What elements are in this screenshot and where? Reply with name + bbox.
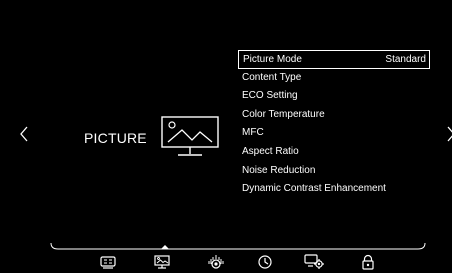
menu-item-mfc[interactable]: MFC bbox=[238, 124, 430, 143]
tv-picture-icon bbox=[161, 116, 219, 156]
picture-icon[interactable] bbox=[154, 254, 170, 270]
menu-item-aspect-ratio[interactable]: Aspect Ratio bbox=[238, 143, 430, 162]
menu-item-label: MFC bbox=[242, 127, 264, 139]
menu-item-dynamic-contrast[interactable]: Dynamic Contrast Enhancement bbox=[238, 180, 430, 199]
timer-icon[interactable] bbox=[257, 254, 273, 270]
bottom-icon-bar bbox=[98, 254, 388, 270]
menu-item-label: Noise Reduction bbox=[242, 164, 316, 176]
chevron-right-icon[interactable] bbox=[446, 126, 452, 142]
menu-item-content-type[interactable]: Content Type bbox=[238, 69, 430, 88]
menu-item-label: Aspect Ratio bbox=[242, 145, 299, 157]
menu-item-value: Standard bbox=[385, 54, 426, 65]
menu-item-label: Color Temperature bbox=[242, 108, 325, 120]
bottom-bar-divider bbox=[50, 243, 426, 250]
menu-item-label: Picture Mode bbox=[243, 54, 302, 65]
lock-icon[interactable] bbox=[360, 254, 376, 270]
sound-icon[interactable] bbox=[208, 254, 224, 270]
picture-settings-menu: Picture Mode Standard Content Type ECO S… bbox=[238, 50, 430, 199]
settings-icon[interactable] bbox=[304, 254, 326, 270]
chevron-left-icon[interactable] bbox=[19, 126, 29, 142]
menu-item-label: ECO Setting bbox=[242, 90, 298, 102]
menu-item-label: Dynamic Contrast Enhancement bbox=[242, 183, 386, 195]
menu-item-eco-setting[interactable]: ECO Setting bbox=[238, 87, 430, 106]
menu-item-label: Content Type bbox=[242, 71, 302, 83]
category-label: PICTURE bbox=[84, 130, 147, 146]
menu-item-noise-reduction[interactable]: Noise Reduction bbox=[238, 162, 430, 181]
menu-item-color-temperature[interactable]: Color Temperature bbox=[238, 106, 430, 125]
menu-item-picture-mode[interactable]: Picture Mode Standard bbox=[238, 50, 430, 69]
input-source-icon[interactable] bbox=[100, 254, 116, 270]
